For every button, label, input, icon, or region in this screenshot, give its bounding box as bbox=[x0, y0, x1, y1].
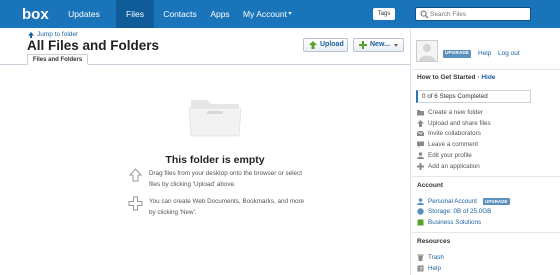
step-label: Leave a comment bbox=[428, 141, 479, 148]
account-dropdown-caret-icon[interactable]: ▾ bbox=[286, 0, 294, 28]
help-resource-link[interactable]: ? Help bbox=[417, 264, 441, 273]
search-box[interactable] bbox=[415, 7, 531, 21]
new-label: New... bbox=[370, 41, 390, 48]
avatar[interactable] bbox=[416, 40, 438, 62]
step-create-folder[interactable]: Create a new folder bbox=[417, 108, 483, 117]
upload-label: Upload bbox=[320, 41, 344, 48]
upload-icon bbox=[417, 120, 424, 127]
storage-icon bbox=[417, 208, 424, 215]
account-heading: Account bbox=[417, 182, 443, 189]
comment-icon bbox=[417, 141, 424, 148]
step-label: Edit your profile bbox=[428, 152, 472, 159]
trash-label: Trash bbox=[428, 254, 444, 261]
tags-button[interactable]: Tags bbox=[373, 8, 395, 20]
step-upload-share[interactable]: Upload and share files bbox=[417, 119, 491, 128]
step-label: Upload and share files bbox=[428, 120, 491, 127]
get-started-title: How to Get Started bbox=[417, 74, 476, 81]
upload-outline-icon bbox=[128, 168, 143, 182]
step-label: Add an application bbox=[428, 163, 480, 170]
step-comment[interactable]: Leave a comment bbox=[417, 140, 478, 149]
steps-progress: 0 of 6 Steps Completed bbox=[416, 90, 531, 103]
storage-label: Storage: 0B of 25.0GB bbox=[428, 208, 492, 215]
jump-to-folder-link[interactable]: Jump to folder bbox=[28, 31, 78, 38]
step-label: Invite collaborators bbox=[428, 130, 481, 137]
tab-files-and-folders[interactable]: Files and Folders bbox=[27, 54, 88, 65]
log-out-link[interactable]: Log out bbox=[498, 50, 520, 57]
help-link[interactable]: Help bbox=[478, 50, 491, 57]
page-title: All Files and Folders bbox=[27, 38, 160, 53]
arrow-up-icon bbox=[28, 31, 34, 38]
plus-icon bbox=[359, 41, 367, 49]
storage-link[interactable]: Storage: 0B of 25.0GB bbox=[417, 207, 491, 216]
search-input[interactable] bbox=[430, 9, 526, 19]
personal-account-label: Personal Account bbox=[428, 198, 478, 205]
person-icon bbox=[419, 44, 435, 61]
drag-hint-text: Drag files from your desktop onto the br… bbox=[149, 170, 302, 188]
nav-updates[interactable]: Updates bbox=[62, 0, 106, 28]
business-icon bbox=[417, 219, 424, 226]
get-started-heading: How to Get Started · Hide bbox=[417, 74, 495, 81]
step-profile[interactable]: Edit your profile bbox=[417, 151, 472, 160]
chevron-down-icon bbox=[394, 44, 398, 47]
nav-contacts[interactable]: Contacts bbox=[158, 0, 202, 28]
folder-add-icon bbox=[417, 110, 424, 116]
create-hint-text: You can create Web Documents, Bookmarks,… bbox=[149, 198, 305, 216]
sidebar-divider bbox=[412, 232, 560, 233]
empty-folder-title: This folder is empty bbox=[165, 154, 265, 166]
hide-link[interactable]: Hide bbox=[481, 74, 495, 81]
jump-to-folder-label: Jump to folder bbox=[37, 31, 79, 38]
upgrade-badge[interactable]: UPGRADE bbox=[443, 50, 471, 58]
new-button[interactable]: New... bbox=[353, 38, 404, 52]
top-nav-bar: box Updates Files Contacts Apps My Accou… bbox=[0, 0, 560, 28]
step-invite[interactable]: Invite collaborators bbox=[417, 129, 481, 138]
upload-button[interactable]: Upload bbox=[303, 38, 348, 52]
separator: · bbox=[493, 50, 496, 57]
box-logo[interactable]: box bbox=[21, 5, 55, 23]
trash-link[interactable]: Trash bbox=[417, 253, 444, 262]
person-icon bbox=[417, 198, 424, 205]
logo-text: box bbox=[22, 6, 49, 23]
help-icon: ? bbox=[417, 265, 424, 272]
person-icon bbox=[417, 152, 424, 159]
step-label: Create a new folder bbox=[428, 109, 483, 116]
nav-apps[interactable]: Apps bbox=[205, 0, 235, 28]
upgrade-badge[interactable]: UPGRADE bbox=[483, 198, 510, 205]
resources-heading: Resources bbox=[417, 238, 451, 245]
business-solutions-label: Business Solutions bbox=[428, 219, 482, 226]
search-icon bbox=[420, 10, 429, 19]
step-add-app[interactable]: Add an application bbox=[417, 162, 480, 171]
plus-outline-icon bbox=[128, 196, 143, 211]
plus-icon bbox=[417, 163, 424, 170]
empty-folder-icon bbox=[188, 100, 242, 137]
help-resource-label: Help bbox=[428, 265, 441, 272]
envelope-icon bbox=[417, 130, 424, 136]
sidebar-divider bbox=[412, 69, 560, 70]
business-solutions-link[interactable]: Business Solutions bbox=[417, 218, 481, 227]
personal-account-link[interactable]: Personal Account UPGRADE bbox=[417, 197, 510, 206]
nav-files[interactable]: Files bbox=[116, 0, 154, 28]
sidebar-divider bbox=[412, 176, 560, 177]
nav-my-account[interactable]: My Account bbox=[240, 0, 290, 28]
upload-arrow-icon bbox=[309, 41, 317, 49]
trash-icon bbox=[417, 254, 424, 261]
